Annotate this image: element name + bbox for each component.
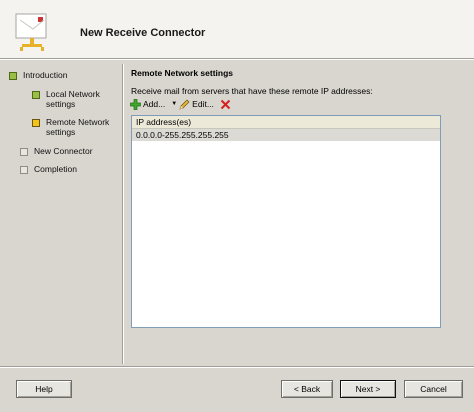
- help-button[interactable]: Help: [16, 380, 72, 398]
- nav-item-completion[interactable]: Completion: [20, 164, 77, 175]
- cancel-button[interactable]: Cancel: [404, 380, 463, 398]
- nav-item-new-connector[interactable]: New Connector: [20, 146, 93, 157]
- ip-address-list[interactable]: IP address(es) 0.0.0.0-255.255.255.255: [131, 115, 441, 328]
- step-status-icon: [9, 72, 17, 80]
- ip-toolbar: Add... ▼ Edit...: [130, 98, 233, 110]
- footer-divider-highlight: [0, 367, 474, 368]
- nav-item-label: New Connector: [34, 146, 93, 156]
- step-status-icon: [32, 119, 40, 127]
- table-row[interactable]: 0.0.0.0-255.255.255.255: [132, 129, 440, 141]
- nav-item-label: Introduction: [23, 70, 68, 80]
- nav-item-label: Remote Network settings: [46, 117, 110, 137]
- section-title: Remote Network settings: [131, 68, 234, 78]
- edit-button[interactable]: Edit...: [179, 99, 214, 110]
- section-description: Receive mail from servers that have thes…: [131, 86, 373, 96]
- nav-item-label: Local Network settings: [46, 89, 100, 109]
- delete-x-icon: [220, 99, 231, 109]
- step-status-icon: [20, 166, 28, 174]
- delete-button[interactable]: [220, 99, 233, 110]
- edit-button-label: Edit...: [192, 99, 214, 109]
- step-status-icon: [20, 148, 28, 156]
- plus-icon: [130, 98, 141, 110]
- page-title: New Receive Connector: [80, 27, 206, 39]
- nav-item-introduction[interactable]: Introduction: [9, 70, 68, 81]
- nav-item-remote-network-settings[interactable]: Remote Network settings: [32, 117, 110, 137]
- nav-item-local-network-settings[interactable]: Local Network settings: [32, 89, 100, 109]
- add-button-label: Add...: [143, 99, 166, 109]
- nav-item-label: Completion: [34, 164, 77, 174]
- column-header-ip-addresses[interactable]: IP address(es): [132, 116, 440, 129]
- dropdown-arrow-icon[interactable]: ▼: [171, 101, 177, 107]
- add-button[interactable]: Add...: [130, 98, 166, 110]
- back-button[interactable]: < Back: [281, 380, 333, 398]
- wizard-header: New Receive Connector: [0, 0, 474, 58]
- step-status-icon: [32, 91, 40, 99]
- wizard-steps-nav: Introduction Local Network settings Remo…: [0, 60, 120, 360]
- pencil-icon: [179, 99, 190, 110]
- nav-divider-highlight: [123, 64, 124, 364]
- next-button[interactable]: Next >: [340, 380, 396, 398]
- connector-icon: [15, 13, 47, 51]
